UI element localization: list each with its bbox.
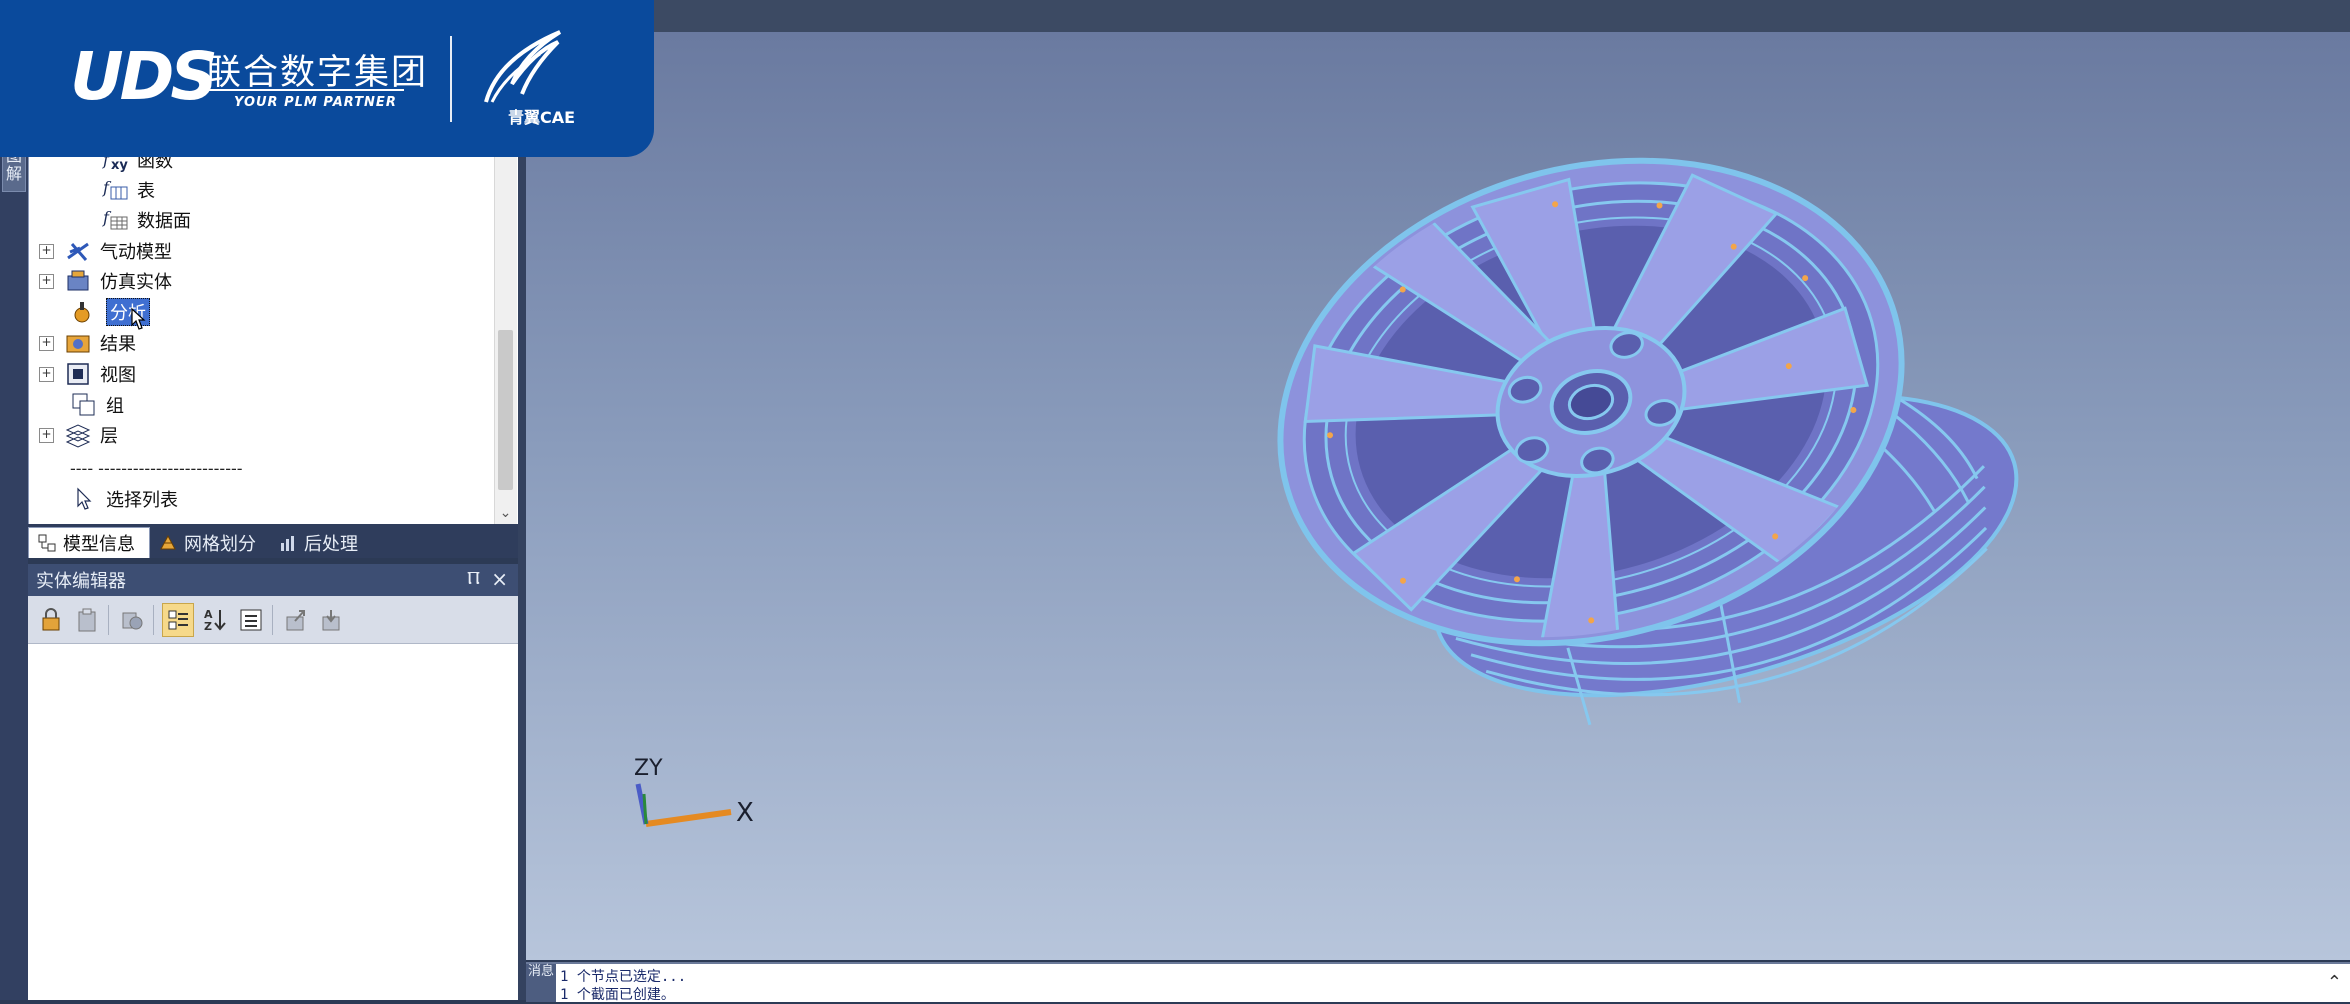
company-name: 联合数字集团 bbox=[206, 53, 429, 93]
layer-icon bbox=[64, 422, 92, 448]
tree-item-label: 数据面 bbox=[137, 211, 191, 232]
tree-item-label: 表 bbox=[137, 181, 155, 202]
message-tab[interactable]: 消息 bbox=[526, 964, 556, 1002]
model-tree-panel: f xy 函数 f 表 f 数据面 + 气动模型 + 仿真实体 分析 + 结果 … bbox=[28, 140, 519, 524]
axis-zy-label: ZY bbox=[634, 756, 663, 781]
tree-tab-bar: 模型信息 网格划分 后处理 bbox=[28, 524, 518, 558]
tree-item-data-surface[interactable]: f 数据面 bbox=[101, 206, 191, 234]
uds-logo: UDS bbox=[70, 38, 218, 115]
entity-editor-body bbox=[28, 644, 518, 1000]
clipboard-icon bbox=[78, 608, 96, 631]
left-vertical-tab-strip: 图 解 bbox=[0, 140, 28, 1000]
tree-item-label: 选择列表 bbox=[106, 490, 178, 511]
tree-item-label: 视图 bbox=[100, 365, 136, 386]
tree-item-selection-list[interactable]: 选择列表 bbox=[70, 485, 178, 513]
svg-text:Z: Z bbox=[204, 620, 212, 633]
tree-item-results[interactable]: + 结果 bbox=[39, 329, 136, 357]
sort-alphabetical-button[interactable]: AZ bbox=[200, 604, 230, 636]
slogan: YOUR PLM PARTNER bbox=[234, 95, 397, 110]
toolbar-separator bbox=[153, 604, 154, 635]
scroll-down-icon[interactable]: ⌄ bbox=[498, 504, 513, 522]
table-function-icon: f bbox=[101, 177, 129, 203]
tree-item-label: 层 bbox=[100, 426, 118, 447]
tab-model-info[interactable]: 模型信息 bbox=[28, 527, 150, 558]
axis-triad bbox=[635, 783, 732, 827]
export-button[interactable] bbox=[281, 604, 311, 636]
import-icon bbox=[322, 609, 340, 630]
logo-divider bbox=[450, 36, 452, 122]
cae-brand: 青翼CAE bbox=[508, 108, 576, 127]
meshing-icon bbox=[158, 533, 178, 553]
import-button[interactable] bbox=[317, 604, 347, 636]
scrollbar-thumb[interactable] bbox=[498, 330, 513, 490]
toolbar-separator bbox=[272, 604, 273, 635]
group-icon bbox=[70, 392, 98, 418]
expand-toggle[interactable]: + bbox=[39, 427, 54, 443]
tree-item-view[interactable]: + 视图 bbox=[39, 360, 136, 388]
tree-item-label: 组 bbox=[106, 396, 124, 417]
postprocess-icon bbox=[278, 533, 298, 553]
aero-model-icon bbox=[64, 238, 92, 264]
data-surface-icon: f bbox=[101, 207, 129, 233]
graphics-viewport[interactable]: ZY X bbox=[526, 32, 2350, 960]
tree-item-label: 仿真实体 bbox=[100, 272, 172, 293]
tree-separator: ---- ------------------------- bbox=[70, 458, 243, 478]
model-info-icon bbox=[37, 533, 57, 553]
entity-editor-title: 实体编辑器 bbox=[36, 571, 126, 592]
company-underline bbox=[198, 89, 404, 91]
property-pages-icon bbox=[240, 609, 262, 630]
tree-item-layer[interactable]: + 层 bbox=[39, 421, 118, 449]
log-line: 1 个节点已选定... bbox=[560, 969, 687, 985]
lock-button[interactable] bbox=[36, 604, 66, 636]
wheel-model[interactable] bbox=[526, 32, 2350, 960]
paste-button[interactable] bbox=[72, 604, 102, 636]
brand-banner: UDS 联合数字集团 YOUR PLM PARTNER 青翼CAE bbox=[0, 0, 654, 157]
expand-toggle[interactable]: + bbox=[39, 366, 54, 382]
tree-item-group[interactable]: 组 bbox=[70, 391, 124, 419]
pin-icon[interactable]: Ⲡ bbox=[467, 568, 480, 589]
scroll-up-icon[interactable]: ⌃ bbox=[2327, 972, 2342, 993]
svg-text:xy: xy bbox=[111, 158, 128, 173]
tree-item-table[interactable]: f 表 bbox=[101, 176, 155, 204]
entity-editor-header: 实体编辑器 Ⲡ × bbox=[28, 564, 518, 596]
simulation-entity-icon bbox=[64, 268, 92, 294]
toolbar-separator bbox=[108, 604, 109, 635]
tree-item-aero-model[interactable]: + 气动模型 bbox=[39, 237, 172, 265]
panel-splitter[interactable] bbox=[518, 32, 526, 1000]
close-icon[interactable]: × bbox=[491, 567, 508, 591]
expand-toggle[interactable]: + bbox=[39, 273, 54, 289]
axis-x-label: X bbox=[736, 798, 754, 828]
tree-item-simulation-entity[interactable]: + 仿真实体 bbox=[39, 267, 172, 295]
categorized-icon bbox=[168, 610, 188, 629]
copy-icon bbox=[122, 612, 143, 629]
expand-toggle[interactable]: + bbox=[39, 243, 54, 259]
log-line: 1 个截面已创建。 bbox=[560, 987, 675, 1003]
categorized-view-button[interactable] bbox=[162, 602, 194, 637]
view-icon bbox=[64, 361, 92, 387]
results-icon bbox=[64, 330, 92, 356]
export-icon bbox=[286, 609, 305, 630]
tree-item-label: 气动模型 bbox=[100, 242, 172, 263]
tree-item-label: 结果 bbox=[100, 334, 136, 355]
tree-scrollbar[interactable]: ⌄ bbox=[494, 140, 517, 524]
entity-editor-toolbar: AZ bbox=[28, 596, 518, 644]
selection-list-icon bbox=[70, 486, 98, 512]
tab-meshing[interactable]: 网格划分 bbox=[150, 528, 270, 558]
tree-item-analysis[interactable]: 分析 bbox=[70, 298, 150, 330]
copy-button[interactable] bbox=[117, 604, 147, 636]
property-pages-button[interactable] bbox=[236, 604, 266, 636]
lock-icon bbox=[42, 607, 60, 630]
message-log: 消息 1 个节点已选定... 1 个截面已创建。 ⌃ bbox=[526, 962, 2350, 1003]
expand-toggle[interactable]: + bbox=[39, 335, 54, 351]
tab-postprocess[interactable]: 后处理 bbox=[270, 528, 372, 558]
analysis-icon bbox=[70, 299, 98, 325]
wing-logo-icon bbox=[484, 30, 562, 103]
sort-az-icon: AZ bbox=[204, 608, 226, 633]
